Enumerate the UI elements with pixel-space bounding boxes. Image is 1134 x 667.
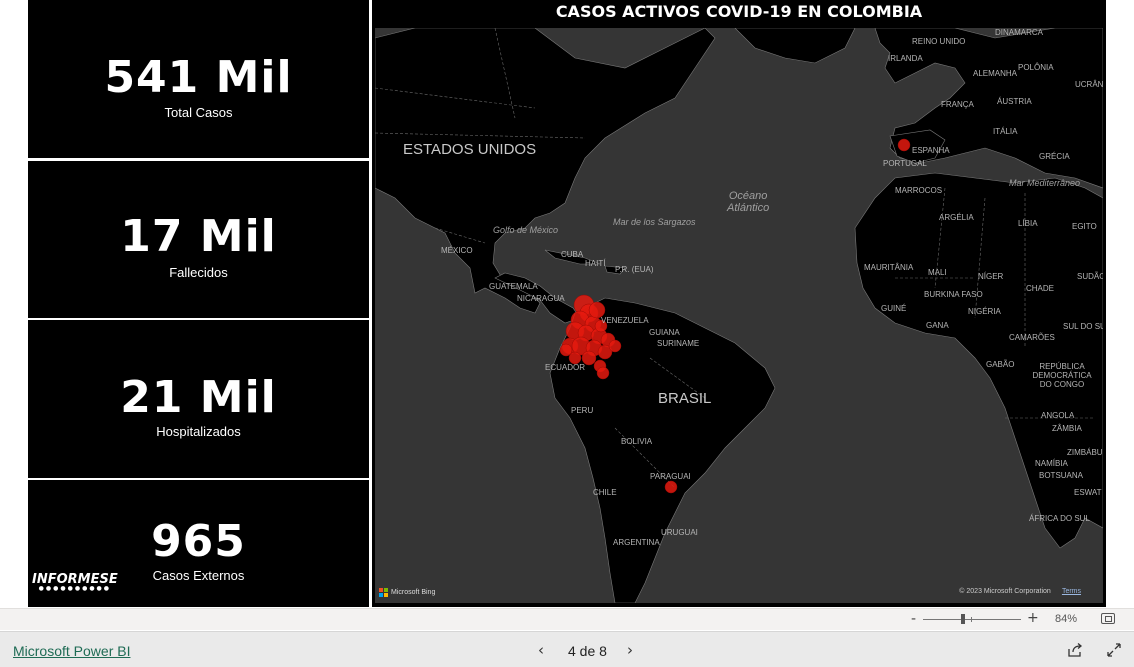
map-label-africa-sul: ÁFRICA DO SUL	[1029, 514, 1090, 523]
zoom-slider-tick	[971, 617, 972, 622]
microsoft-logo-icon	[379, 588, 388, 597]
map-label-sul-sudao: SUL DO SUDÃO	[1063, 322, 1103, 331]
footer-bar: Microsoft Power BI ‹ 4 de 8 ›	[0, 631, 1134, 667]
map-label-mar-mediterraneo: Mar Mediterrâneo	[1009, 178, 1081, 188]
map-label-nigeria: NIGÉRIA	[968, 307, 1001, 316]
map-visual[interactable]: CASOS ACTIVOS COVID-19 EN COLOMBIA ESTAD…	[372, 0, 1106, 607]
map-label-guine: GUINÉ	[881, 304, 907, 313]
map-label-grecia: GRÉCIA	[1039, 152, 1070, 161]
kpi-card-total-casos[interactable]: 541 Mil Total Casos	[28, 0, 369, 158]
map-label-portugal: PORTUGAL	[883, 159, 927, 168]
map-label-haiti: HAITÍ	[585, 259, 606, 268]
ocean-name: Océano Atlántico	[727, 190, 770, 214]
map-label-argelia: ARGÉLIA	[939, 213, 974, 222]
fullscreen-icon[interactable]	[1106, 642, 1122, 658]
map-label-suriname: SURINAME	[657, 339, 700, 348]
kpi-label: Hospitalizados	[156, 424, 241, 439]
kpi-card-casos-externos[interactable]: 965 Casos Externos INFORMESE ●●●●●●●●●●	[28, 480, 369, 607]
map-label-reino-unido: REINO UNIDO	[912, 37, 966, 46]
copyright-text: © 2023 Microsoft Corporation	[959, 588, 1051, 595]
chevron-right-icon[interactable]: ›	[627, 641, 633, 659]
map-label-mauritania: MAURITÂNIA	[864, 263, 914, 272]
map-label-zambia: ZÂMBIA	[1052, 424, 1082, 433]
map-label-namibia: NAMÍBIA	[1035, 459, 1068, 468]
map-label-sudao: SUDÃO	[1077, 272, 1103, 281]
share-icon[interactable]	[1067, 642, 1083, 658]
page-indicator: 4 de 8	[568, 643, 607, 659]
informese-logo: INFORMESE ●●●●●●●●●●	[32, 572, 118, 592]
map-label-alemanha: ALEMANHA	[973, 69, 1018, 78]
map-label-brasil: BRASIL	[658, 390, 712, 407]
power-bi-link[interactable]: Microsoft Power BI	[13, 643, 130, 659]
map-label-zimbabue: ZIMBÁBUE	[1067, 448, 1103, 457]
zoom-slider-thumb[interactable]	[961, 614, 965, 624]
kpi-label: Fallecidos	[169, 265, 228, 280]
map-label-burkina: BURKINA FASO	[924, 290, 983, 299]
map-label-gabao: GABÃO	[986, 360, 1015, 369]
map-label-libia: LÍBIA	[1018, 219, 1038, 228]
map-title: CASOS ACTIVOS COVID-19 EN COLOMBIA	[555, 2, 923, 21]
map-canvas[interactable]: ESTADOS UNIDOS BRASIL Océano Atlántico Ma…	[375, 28, 1103, 603]
report-canvas: 541 Mil Total Casos 17 Mil Fallecidos 21…	[28, 0, 1106, 607]
map-label-uruguai: URUGUAI	[661, 528, 698, 537]
map-label-nicaragua: NICARAGUA	[517, 294, 565, 303]
map-label-bolivia: BOLIVIA	[621, 437, 653, 446]
fit-to-page-icon[interactable]	[1101, 613, 1115, 624]
zoom-out-button[interactable]: -	[911, 611, 916, 627]
kpi-value: 965	[151, 516, 246, 567]
zoom-slider-track[interactable]	[923, 619, 1021, 620]
map-label-mexico: MÉXICO	[441, 246, 473, 255]
terms-link[interactable]: Terms	[1062, 588, 1081, 595]
map-label-egito: EGITO	[1072, 222, 1097, 231]
map-label-italia: ITÁLIA	[993, 127, 1018, 136]
map-label-camaroes: CAMARÕES	[1009, 333, 1055, 342]
map-label-marrocos: MARROCOS	[895, 186, 943, 195]
map-label-niger: NÍGER	[978, 272, 1004, 281]
map-label-eswat: ESWAT	[1074, 488, 1102, 497]
map-label-irlanda: IRLANDA	[888, 54, 923, 63]
map-label-dinamarca: DINAMARCA	[995, 28, 1044, 37]
zoom-in-button[interactable]: +	[1027, 610, 1039, 626]
map-label-botsuana: BOTSUANA	[1039, 471, 1084, 480]
map-label-franca: FRANÇA	[941, 100, 974, 109]
map-label-mar-sargazos: Mar de los Sargazos	[613, 217, 696, 227]
map-label-peru: PERU	[571, 406, 594, 415]
map-label-mali: MALI	[928, 268, 947, 277]
bing-label: Microsoft Bing	[391, 589, 436, 596]
kpi-label: Total Casos	[164, 105, 233, 120]
map-label-guatemala: GUATEMALA	[489, 282, 538, 291]
zoom-level: 84%	[1055, 613, 1078, 625]
map-label-austria: ÁUSTRIA	[997, 97, 1032, 106]
kpi-value: 17 Mil	[120, 211, 277, 262]
map-label-pr: P.R. (EUA)	[615, 265, 654, 274]
map-label-cuba: CUBA	[561, 250, 584, 259]
kpi-value: 541 Mil	[104, 52, 293, 103]
map-label-oceano: Océano Atlántico	[727, 190, 769, 214]
map-label-estados-unidos: ESTADOS UNIDOS	[403, 141, 537, 158]
map-label-ecuador: ECUADOR	[545, 363, 586, 372]
map-label-espanha: ESPANHA	[912, 146, 950, 155]
bing-attribution: Microsoft Bing	[379, 588, 435, 597]
map-label-angola: ANGOLA	[1041, 411, 1075, 420]
map-label-golfo-mexico: Golfo de México	[493, 225, 559, 235]
map-label-venezuela: VENEZUELA	[601, 316, 649, 325]
logo-dots: ●●●●●●●●●●	[38, 585, 112, 592]
map-label-paraguai: PARAGUAI	[650, 472, 691, 481]
map-label-argentina: ARGENTINA	[613, 538, 660, 547]
map-label-chade: CHADE	[1026, 284, 1055, 293]
map-label-polonia: POLÔNIA	[1018, 63, 1054, 72]
kpi-card-fallecidos[interactable]: 17 Mil Fallecidos	[28, 161, 369, 318]
kpi-card-hospitalizados[interactable]: 21 Mil Hospitalizados	[28, 320, 369, 478]
map-label-gana: GANA	[926, 321, 949, 330]
map-label-rdc: REPÚBLICA DEMOCRÁTICA DO CONGO	[1032, 362, 1092, 389]
map-label-guiana: GUIANA	[649, 328, 680, 337]
zoom-bar: - + 84%	[0, 608, 1134, 630]
map-copyright: © 2023 Microsoft Corporation Terms	[959, 578, 1081, 597]
kpi-value: 21 Mil	[120, 372, 277, 423]
map-label-chile: CHILE	[593, 488, 617, 497]
map-label-ucran: UCRÂN	[1075, 80, 1103, 89]
chevron-left-icon[interactable]: ‹	[538, 641, 544, 659]
